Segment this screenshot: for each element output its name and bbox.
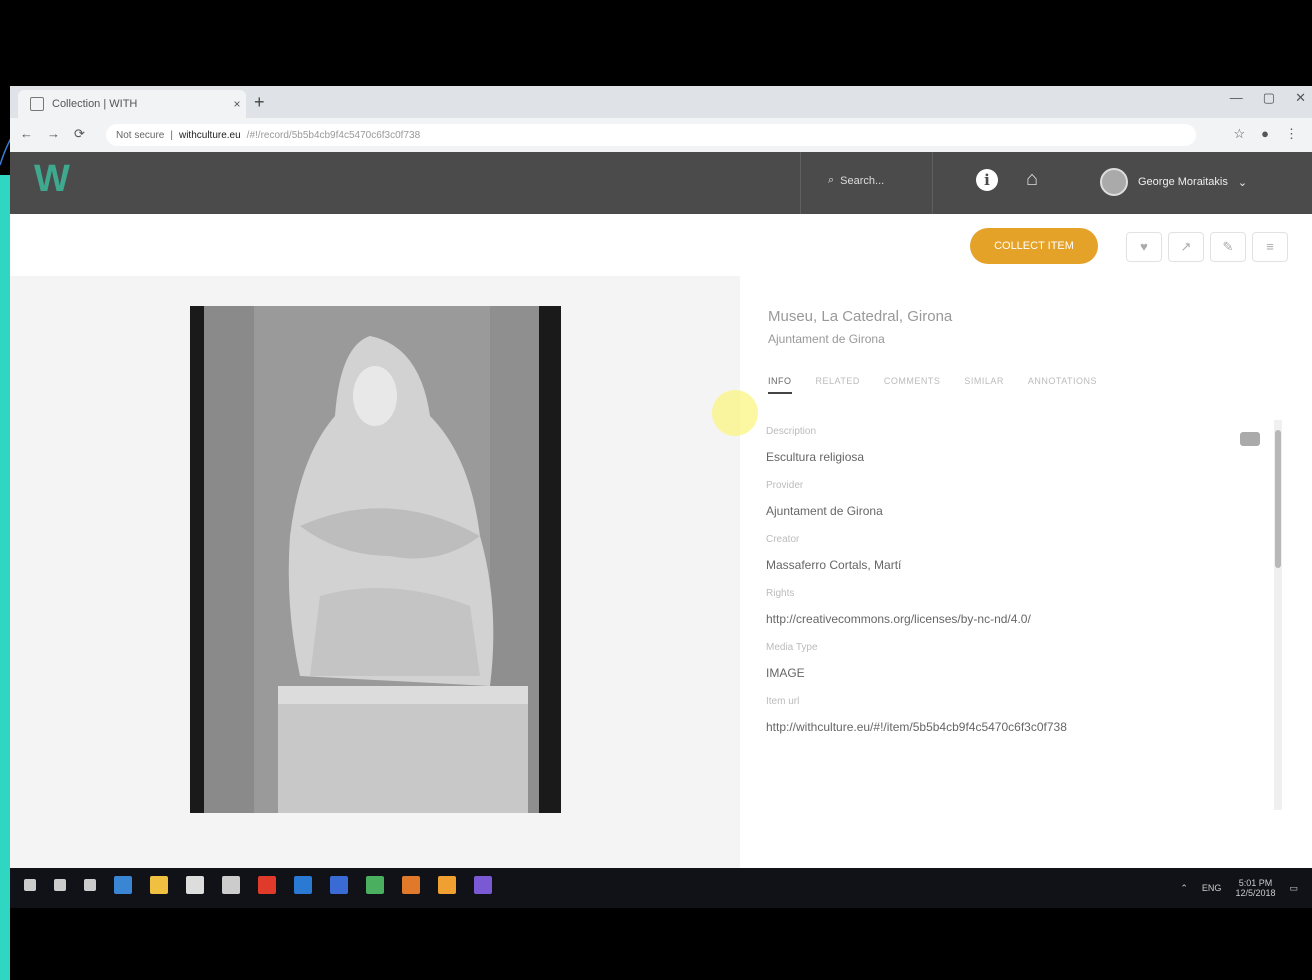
chevron-down-icon: ⌄: [1237, 176, 1248, 189]
windows-taskbar: ⌃ ENG 5:01 PM 12/5/2018 ▭: [10, 868, 1312, 908]
metadata-list: Description Escultura religiosa Provider…: [766, 426, 1266, 750]
search-box[interactable]: ⌕ Search...: [828, 174, 884, 187]
more-icon[interactable]: ≡: [1252, 232, 1288, 262]
header-divider: [932, 152, 933, 214]
edit-icon[interactable]: ✎: [1210, 232, 1246, 262]
search-icon: ⌕: [828, 174, 835, 186]
collect-button[interactable]: COLLECT ITEM: [970, 228, 1098, 264]
home-icon[interactable]: ⌂: [1026, 168, 1038, 191]
store-icon[interactable]: [186, 876, 204, 894]
clock-date: 12/5/2018: [1235, 888, 1276, 898]
file-explorer-icon[interactable]: [150, 876, 168, 894]
app-icon[interactable]: [402, 876, 420, 894]
search-icon[interactable]: [54, 879, 66, 891]
search-placeholder: Search...: [840, 174, 885, 187]
image-viewer: [10, 276, 740, 908]
field-label: Creator: [766, 534, 800, 545]
info-icon[interactable]: i: [976, 169, 998, 191]
cursor-highlight: [712, 390, 758, 436]
forward-icon[interactable]: →: [47, 126, 60, 142]
notification-icon[interactable]: ▭: [1289, 883, 1298, 894]
page-icon: [30, 97, 44, 111]
tab-info[interactable]: INFO: [768, 376, 792, 394]
user-menu[interactable]: George Moraitakis ⌄: [1100, 168, 1247, 196]
metadata-scrollbar[interactable]: [1274, 420, 1282, 810]
security-label: Not secure: [116, 129, 165, 141]
clock-time: 5:01 PM: [1238, 878, 1273, 888]
task-view-icon[interactable]: [84, 879, 96, 891]
record-photo[interactable]: [190, 306, 561, 813]
field-label: Item url: [766, 696, 800, 707]
mail-icon[interactable]: [222, 876, 240, 894]
favorite-icon[interactable]: ♥: [1126, 232, 1162, 262]
url-separator: |: [170, 129, 173, 141]
app-icon[interactable]: [330, 876, 348, 894]
collection-owner: Ajuntament de Girona: [768, 332, 885, 346]
url-path: /#!/record/5b5b4cb9f4c5470c6f3c0f738: [246, 129, 421, 141]
back-icon[interactable]: ←: [20, 126, 33, 142]
record-tabs: INFO RELATED COMMENTS SIMILAR ANNOTATION…: [768, 376, 1097, 394]
field-value: Ajuntament de Girona: [766, 504, 883, 518]
system-tray: ⌃ ENG 5:01 PM 12/5/2018 ▭: [1180, 878, 1298, 898]
tab-comments[interactable]: COMMENTS: [884, 376, 941, 394]
field-value: IMAGE: [766, 666, 805, 680]
browser-icon[interactable]: [294, 876, 312, 894]
header-divider: [800, 152, 801, 214]
close-window-icon[interactable]: ✕: [1295, 90, 1306, 106]
desktop-screen: Collection | WITH × + — ▢ ✕ ← → ⟳ Not se…: [10, 86, 1312, 908]
record-actions: ♥ ↗ ✎ ≡: [1126, 232, 1288, 262]
menu-icon[interactable]: ⋮: [1285, 126, 1298, 142]
tab-close-icon[interactable]: ×: [228, 97, 246, 111]
tab-related[interactable]: RELATED: [816, 376, 860, 394]
app-header: W ⌕ Search... i ⌂ George Moraitakis ⌄: [10, 152, 1312, 214]
minimize-icon[interactable]: —: [1230, 90, 1243, 106]
browser-toolbar: ← → ⟳ Not secure | withculture.eu /#!/rec…: [10, 118, 1312, 153]
user-name: George Moraitakis: [1138, 176, 1228, 188]
field-label: Provider: [766, 480, 804, 491]
tab-title: Collection | WITH: [52, 98, 138, 110]
browser-actions: ☆ ● ⋮: [1233, 126, 1298, 142]
bookmark-star-icon[interactable]: ☆: [1233, 126, 1245, 142]
collection-title[interactable]: Museu, La Catedral, Girona: [768, 308, 952, 325]
reload-icon[interactable]: ⟳: [74, 126, 85, 142]
edge-icon[interactable]: [114, 876, 132, 894]
app-icon[interactable]: [474, 876, 492, 894]
app-icon[interactable]: [366, 876, 384, 894]
network-icon[interactable]: ⌃: [1180, 883, 1188, 894]
taskbar-icons: [24, 876, 492, 894]
new-tab-icon[interactable]: +: [254, 92, 265, 113]
left-accent-bar: [0, 175, 10, 980]
tab-annotations[interactable]: ANNOTATIONS: [1028, 376, 1097, 394]
app-logo[interactable]: W: [34, 160, 86, 198]
avatar: [1100, 168, 1128, 196]
browser-nav: ← → ⟳: [20, 126, 85, 142]
profile-icon[interactable]: ●: [1261, 126, 1269, 142]
share-icon[interactable]: ↗: [1168, 232, 1204, 262]
window-controls: — ▢ ✕: [1230, 90, 1306, 106]
scrollbar-thumb[interactable]: [1275, 430, 1281, 568]
language-indicator[interactable]: ENG: [1202, 883, 1222, 893]
field-label: Media Type: [766, 642, 818, 653]
chrome-icon[interactable]: [438, 876, 456, 894]
opera-icon[interactable]: [258, 876, 276, 894]
url-host: withculture.eu: [178, 129, 241, 141]
clock[interactable]: 5:01 PM 12/5/2018: [1235, 878, 1275, 898]
address-bar[interactable]: Not secure | withculture.eu /#!/record/5b…: [106, 124, 1196, 146]
tab-similar[interactable]: SIMILAR: [964, 376, 1004, 394]
field-value[interactable]: http://creativecommons.org/licenses/by-n…: [766, 612, 1266, 628]
field-label: Rights: [766, 588, 795, 599]
start-icon[interactable]: [24, 879, 36, 891]
field-label: Description: [766, 426, 817, 437]
field-value: Massaferro Cortals, Martí: [766, 558, 902, 572]
field-value[interactable]: http://withculture.eu/#!/item/5b5b4cb9f4…: [766, 720, 1266, 736]
browser-tab[interactable]: Collection | WITH ×: [18, 90, 246, 118]
field-value: Escultura religiosa: [766, 450, 865, 464]
maximize-icon[interactable]: ▢: [1263, 90, 1275, 106]
browser-tab-bar: Collection | WITH × + — ▢ ✕: [10, 86, 1312, 118]
